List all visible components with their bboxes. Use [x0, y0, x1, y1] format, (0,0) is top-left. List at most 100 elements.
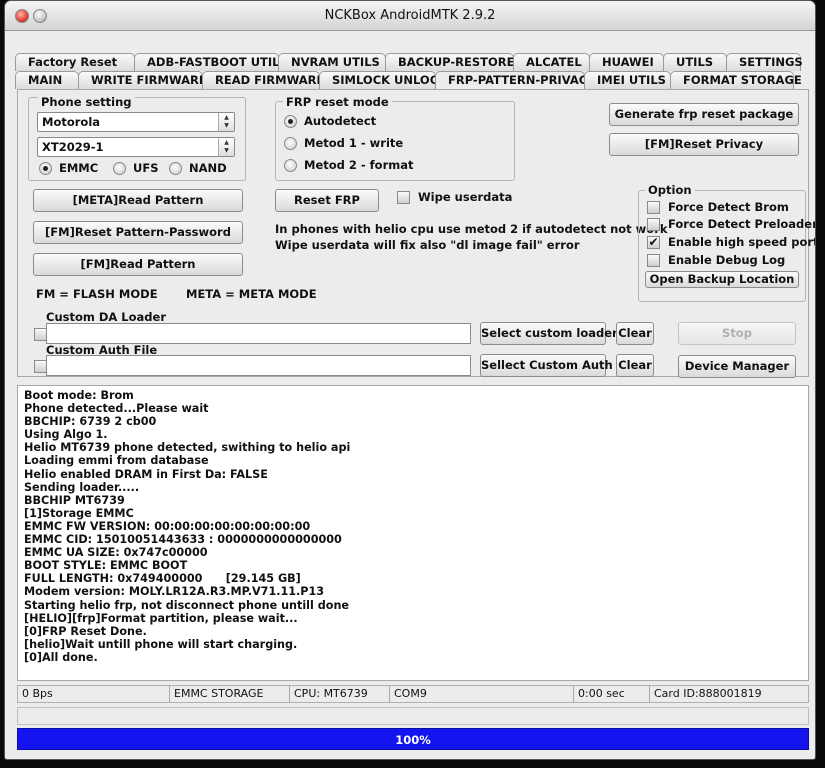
checkbox-label: Force Detect Brom	[668, 200, 789, 214]
storage-radio-ufs[interactable]: UFS	[113, 161, 158, 175]
meta-read-pattern-button[interactable]: [META]Read Pattern	[33, 189, 243, 212]
tab-main[interactable]: MAIN	[15, 71, 79, 89]
log-line: [helio]Wait untill phone will start char…	[24, 637, 298, 651]
tab-huawei[interactable]: HUAWEI	[589, 53, 664, 71]
tab-imei-utils[interactable]: IMEI UTILS	[584, 71, 671, 89]
storage-radio-emmc[interactable]: EMMC	[39, 161, 98, 175]
progress-bar: 100%	[17, 728, 809, 750]
radio-label: Autodetect	[304, 114, 377, 128]
log-line: FULL LENGTH: 0x749400000 [29.145 GB]	[24, 572, 301, 586]
stop-button[interactable]: Stop	[678, 322, 796, 345]
radio-selected-icon	[39, 161, 52, 175]
custom-da-label: Custom DA Loader	[46, 310, 166, 324]
log-line: BBCHIP: 6739 2 cb00	[24, 415, 157, 429]
fm-reset-privacy-button[interactable]: [FM]Reset Privacy	[609, 133, 799, 156]
tab-nvram-utils[interactable]: NVRAM UTILS	[278, 53, 386, 71]
generate-frp-package-button[interactable]: Generate frp reset package	[609, 103, 799, 126]
tab-alcatel[interactable]: ALCATEL	[513, 53, 590, 71]
log-line: EMMC FW VERSION: 00:00:00:00:00:00:00:00	[24, 519, 311, 533]
log-line: BBCHIP MT6739	[24, 493, 125, 507]
checkbox-label: Enable high speed port	[668, 235, 816, 249]
secondary-status-strip	[17, 707, 809, 725]
clear-loader-button[interactable]: Clear	[616, 322, 654, 345]
radio-icon	[284, 158, 297, 172]
frp-mode-metod-1[interactable]: Metod 1 - write	[284, 136, 403, 150]
select-custom-auth-button[interactable]: Sellect Custom Auth	[480, 354, 613, 377]
tab-write-firmware[interactable]: WRITE FIRMWARE	[78, 71, 207, 89]
fm-reset-pattern-button[interactable]: [FM]Reset Pattern-Password	[33, 221, 243, 244]
custom-da-field[interactable]	[46, 323, 471, 344]
radio-icon	[113, 161, 126, 175]
frp-mode-autodetect[interactable]: Autodetect	[284, 114, 376, 128]
status-time: 0:00 sec	[574, 686, 650, 702]
radio-icon	[169, 161, 182, 175]
checkbox-icon	[647, 253, 660, 267]
force-detect-preloader-checkbox[interactable]: Force Detect Preloader	[647, 217, 815, 231]
tab-read-firmware[interactable]: READ FIRMWARE	[202, 71, 324, 89]
frp-mode-metod-2[interactable]: Metod 2 - format	[284, 158, 413, 172]
tab-format-storage[interactable]: FORMAT STORAGE	[670, 71, 802, 89]
log-line: Boot mode: Brom	[24, 389, 134, 402]
status-card-id: Card ID:888001819	[654, 687, 762, 700]
checkbox-label: Enable Debug Log	[668, 253, 786, 267]
log-output[interactable]: Boot mode: Brom Phone detected...Please …	[17, 385, 809, 681]
checkbox-icon	[647, 200, 660, 214]
updown-arrows-icon: ▲ ▼	[218, 113, 234, 131]
tab-simlock-unlock[interactable]: SIMLOCK UNLOCK	[319, 71, 447, 89]
checkmark-icon: ✔	[647, 234, 660, 249]
model-select[interactable]: XT2029-1 ▲ ▼	[37, 137, 235, 157]
clear-auth-button[interactable]: Clear	[616, 354, 654, 377]
minimize-window-button[interactable]	[33, 9, 47, 23]
wipe-info-text: Wipe userdata will fix also "dl image fa…	[275, 238, 580, 252]
progress-label: 100%	[395, 733, 431, 747]
high-speed-port-checkbox[interactable]: ✔ Enable high speed port	[647, 234, 816, 249]
reset-frp-button[interactable]: Reset FRP	[275, 189, 379, 212]
log-line: Starting helio frp, not disconnect phone…	[24, 598, 349, 612]
storage-radio-nand[interactable]: NAND	[169, 161, 227, 175]
brand-value: Motorola	[42, 115, 101, 129]
fm-legend: FM = FLASH MODE	[36, 287, 158, 301]
brand-select[interactable]: Motorola ▲ ▼	[37, 112, 235, 132]
tab-factory-reset[interactable]: Factory Reset	[15, 53, 135, 71]
log-line: Phone detected...Please wait	[24, 402, 209, 416]
radio-label: EMMC	[59, 161, 99, 175]
updown-arrows-icon: ▲ ▼	[218, 138, 234, 156]
radio-label: Metod 2 - format	[304, 158, 414, 172]
log-line: BOOT STYLE: EMMC BOOT	[24, 559, 188, 573]
log-line: Helio enabled DRAM in First Da: FALSE	[24, 467, 268, 481]
fm-read-pattern-button[interactable]: [FM]Read Pattern	[33, 253, 243, 276]
radio-selected-icon	[284, 114, 297, 128]
status-cpu: CPU: MT6739	[290, 686, 390, 702]
select-custom-loader-button[interactable]: Select custom loader	[480, 322, 618, 345]
log-line: [1]Storage EMMC	[24, 506, 134, 520]
app-window: NCKBox AndroidMTK 2.9.2 Factory Reset AD…	[4, 0, 816, 760]
log-line: Sending loader.....	[24, 480, 140, 494]
tab-frp-pattern-privacy[interactable]: FRP-PATTERN-PRIVACY	[435, 71, 596, 89]
tab-backup-restore[interactable]: BACKUP-RESTORE	[385, 53, 514, 71]
debug-log-checkbox[interactable]: Enable Debug Log	[647, 253, 785, 267]
force-detect-brom-checkbox[interactable]: Force Detect Brom	[647, 200, 789, 214]
log-line: [0]All done.	[24, 650, 98, 664]
log-line: Helio MT6739 phone detected, swithing to…	[24, 441, 351, 455]
frp-panel: Phone setting Motorola ▲ ▼ XT2029-1 ▲ ▼ EM…	[17, 89, 815, 378]
log-line: EMMC CID: 15010051443633 : 0000000000000…	[24, 533, 342, 547]
status-port: COM9	[390, 686, 574, 702]
close-window-button[interactable]	[15, 9, 29, 23]
options-title: Option	[645, 183, 695, 197]
open-backup-location-button[interactable]: Open Backup Location	[645, 271, 799, 288]
title-bar: NCKBox AndroidMTK 2.9.2	[5, 1, 815, 31]
phone-setting-title: Phone setting	[38, 95, 135, 109]
device-manager-button[interactable]: Device Manager	[678, 355, 796, 378]
tab-adb-fastboot-utils[interactable]: ADB-FASTBOOT UTILS	[134, 53, 288, 71]
radio-icon	[284, 136, 297, 150]
helio-info-text: In phones with helio cpu use metod 2 if …	[275, 222, 668, 236]
log-line: [0]FRP Reset Done.	[24, 624, 147, 638]
custom-auth-field[interactable]	[46, 355, 471, 376]
radio-label: UFS	[133, 161, 159, 175]
tab-settings[interactable]: SETTINGS	[726, 53, 803, 71]
wipe-userdata-checkbox[interactable]: Wipe userdata	[397, 190, 512, 204]
log-line: Using Algo 1.	[24, 428, 108, 442]
log-line: [HELIO][frp]Format partition, please wai…	[24, 611, 298, 625]
tab-utils[interactable]: UTILS	[663, 53, 727, 71]
checkbox-icon	[647, 217, 660, 231]
